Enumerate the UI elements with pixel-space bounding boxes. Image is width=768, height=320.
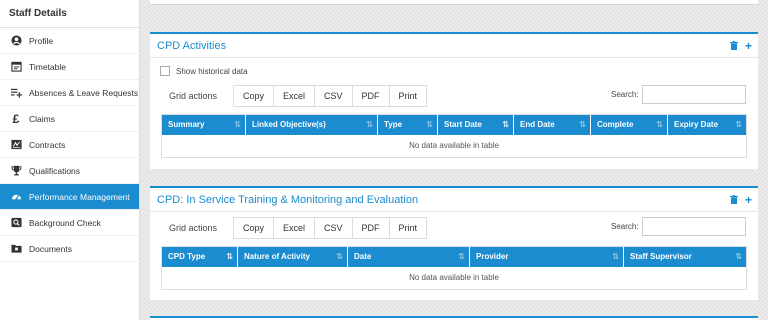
cpd-training-card: CPD: In Service Training & Monitoring an… — [150, 186, 758, 300]
trash-icon[interactable] — [729, 41, 738, 50]
show-historical-row: Show historical data — [160, 65, 758, 77]
sidebar-item-label: Documents — [29, 243, 72, 254]
column-header[interactable]: Complete ⇅ — [591, 115, 668, 135]
card-header: CPD Activities + — [150, 34, 758, 58]
sidebar-item-qualifications[interactable]: Qualifications — [0, 158, 139, 184]
show-historical-label: Show historical data — [176, 66, 248, 76]
pdf-button[interactable]: PDF — [352, 218, 390, 238]
excel-button[interactable]: Excel — [274, 218, 316, 238]
print-button[interactable]: Print — [389, 218, 427, 238]
calendar-icon — [10, 61, 22, 73]
card-title: CPD Activities — [157, 39, 227, 52]
grid-toolbar: Grid actions Copy Excel CSV PDF Print Se… — [150, 217, 758, 241]
sidebar-item-documents[interactable]: Documents — [0, 236, 139, 262]
sidebar-item-absences[interactable]: Absences & Leave Requests — [0, 80, 139, 106]
column-header[interactable]: Nature of Activity ⇅ — [238, 247, 348, 267]
grid-actions-label: Grid actions — [169, 223, 218, 233]
column-header[interactable]: Provider ⇅ — [470, 247, 624, 267]
add-icon[interactable]: + — [745, 194, 752, 206]
search-input[interactable] — [642, 217, 746, 236]
sidebar-title: Staff Details — [0, 0, 139, 28]
sidebar-item-label: Performance Management — [29, 191, 130, 202]
sidebar-item-label: Profile — [29, 35, 54, 46]
column-header[interactable]: Staff Supervisor ⇅ — [624, 247, 746, 267]
pdf-button[interactable]: PDF — [352, 86, 390, 106]
column-header[interactable]: Date ⇅ — [348, 247, 470, 267]
sidebar-item-label: Contracts — [29, 139, 66, 150]
sidebar-item-profile[interactable]: Profile — [0, 28, 139, 54]
folder-icon — [10, 243, 22, 255]
card-header: CPD: In Service Training & Monitoring an… — [150, 188, 758, 212]
search-box-icon — [10, 217, 22, 229]
pound-icon: £ — [12, 111, 20, 126]
trash-icon[interactable] — [729, 195, 738, 204]
column-header[interactable]: Start Date ⇅ — [438, 115, 514, 135]
grid-actions-buttons: Copy Excel CSV PDF Print — [233, 85, 428, 107]
search-label: Search: — [611, 90, 639, 99]
cpd-activities-card: CPD Activities + Show historical data Gr… — [150, 32, 758, 169]
print-button[interactable]: Print — [389, 86, 427, 106]
csv-button[interactable]: CSV — [315, 86, 353, 106]
grid-toolbar: Grid actions Copy Excel CSV PDF Print Se… — [150, 85, 758, 109]
sidebar-item-label: Background Check — [29, 217, 101, 228]
user-circle-icon — [10, 35, 22, 47]
sidebar-item-label: Absences & Leave Requests — [29, 87, 139, 98]
main-content: CPD Activities + Show historical data Gr… — [140, 0, 768, 320]
card-actions: + — [729, 194, 752, 206]
grid-actions-label: Grid actions — [169, 91, 218, 101]
search-label: Search: — [611, 222, 639, 231]
sidebar: Staff Details Profile Timetable Absences… — [0, 0, 140, 320]
table-header: Summary ⇅ Linked Objective(s) ⇅ Type ⇅ Star… — [162, 115, 746, 135]
sidebar-item-label: Claims — [29, 113, 55, 124]
show-historical-checkbox[interactable] — [160, 66, 170, 76]
sidebar-item-timetable[interactable]: Timetable — [0, 54, 139, 80]
trophy-icon — [10, 165, 22, 177]
csv-button[interactable]: CSV — [315, 218, 353, 238]
search-input[interactable] — [642, 85, 746, 104]
card-actions: + — [729, 40, 752, 52]
empty-message: No data available in table — [409, 141, 499, 150]
column-header[interactable]: CPD Type ⇅ — [162, 247, 238, 267]
card-title: CPD: In Service Training & Monitoring an… — [157, 193, 419, 206]
sidebar-item-label: Timetable — [29, 61, 67, 72]
column-header[interactable]: Linked Objective(s) ⇅ — [246, 115, 378, 135]
signature-icon — [10, 139, 22, 151]
next-card-top — [150, 316, 758, 320]
gauge-icon — [10, 191, 22, 203]
copy-button[interactable]: Copy — [234, 218, 275, 238]
column-header[interactable]: Summary ⇅ — [162, 115, 246, 135]
add-icon[interactable]: + — [745, 40, 752, 52]
sidebar-item-contracts[interactable]: Contracts — [0, 132, 139, 158]
sidebar-item-background-check[interactable]: Background Check — [0, 210, 139, 236]
cpd-activities-table: Summary ⇅ Linked Objective(s) ⇅ Type ⇅ Star… — [161, 114, 747, 158]
previous-card-bottom — [150, 0, 758, 5]
cpd-training-table: CPD Type ⇅ Nature of Activity ⇅ Date ⇅ Prov… — [161, 246, 747, 290]
sidebar-item-label: Qualifications — [29, 165, 81, 176]
column-header[interactable]: Type ⇅ — [378, 115, 438, 135]
copy-button[interactable]: Copy — [234, 86, 275, 106]
table-header: CPD Type ⇅ Nature of Activity ⇅ Date ⇅ Prov… — [162, 247, 746, 267]
sidebar-item-performance-management[interactable]: Performance Management — [0, 184, 139, 210]
excel-button[interactable]: Excel — [274, 86, 316, 106]
column-header[interactable]: End Date ⇅ — [514, 115, 591, 135]
list-plus-icon — [10, 87, 22, 99]
grid-actions-buttons: Copy Excel CSV PDF Print — [233, 217, 428, 239]
column-header[interactable]: Expiry Date ⇅ — [668, 115, 746, 135]
sidebar-item-claims[interactable]: £ Claims — [0, 106, 139, 132]
empty-message: No data available in table — [409, 273, 499, 282]
